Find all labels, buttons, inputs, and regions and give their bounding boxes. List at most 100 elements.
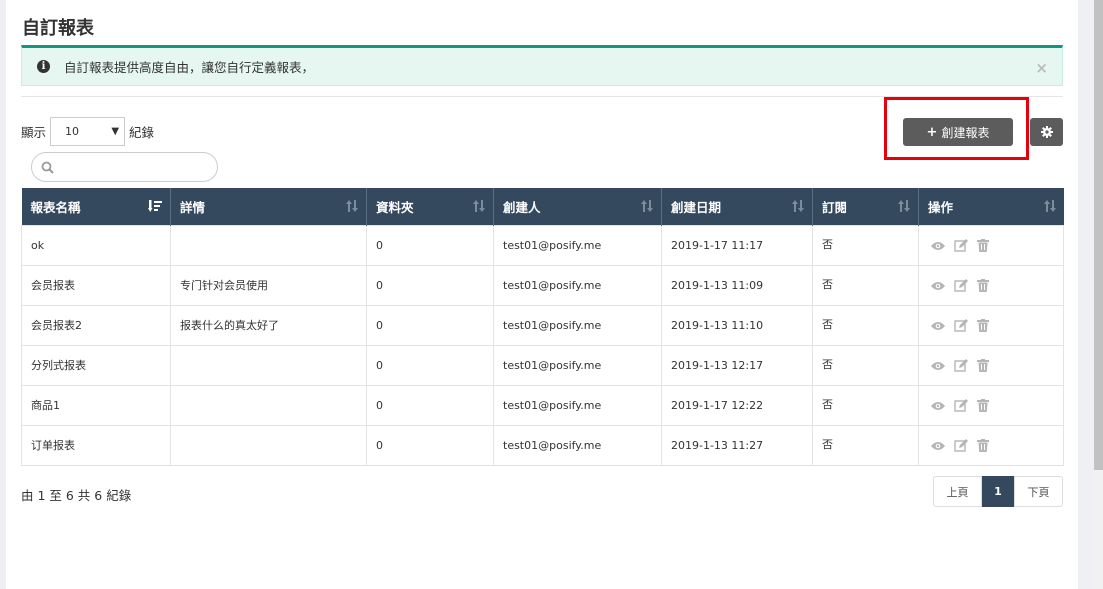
folder-cell: 0 [366,304,494,346]
folder-cell: 0 [366,264,494,306]
info-alert: i 自訂報表提供高度自由，讓您自行定義報表， × [21,45,1063,86]
column-header[interactable]: 訂閱 [812,188,919,225]
actions-cell [918,424,1064,466]
subscribed-cell: 否 [812,264,919,306]
info-icon: i [37,60,50,73]
eye-icon[interactable] [931,361,945,374]
report-detail-cell: 报表什么的真太好了 [170,304,367,346]
sort-icon [346,200,358,215]
created-date-cell: 2019-1-17 12:22 [661,384,813,426]
report-detail-cell [170,344,367,386]
prev-page-button[interactable]: 上頁 [933,476,982,507]
column-header[interactable]: 資料夾 [366,188,494,225]
search-input[interactable] [31,152,218,182]
table-row: 分列式报表 0 test01@posify.me 2019-1-13 12:17 否 [21,344,1064,386]
sort-active-icon [148,200,162,215]
subscribed-cell: 否 [812,384,919,426]
edit-icon[interactable] [954,399,968,415]
search-icon [41,161,54,174]
trash-icon[interactable] [977,359,989,375]
column-header[interactable]: 報表名稱 [21,188,171,225]
page-length-select[interactable]: 10 ▼ [50,117,126,146]
close-icon[interactable]: × [1035,59,1048,77]
folder-cell: 0 [366,424,494,466]
table-row: ok 0 test01@posify.me 2019-1-17 11:17 否 [21,224,1064,266]
eye-icon[interactable] [931,321,945,334]
report-name-cell: 分列式报表 [21,344,171,386]
report-detail-cell [170,224,367,266]
created-date-cell: 2019-1-13 11:10 [661,304,813,346]
scrollbar[interactable] [1094,0,1103,589]
sort-icon [792,200,804,215]
table-header-row: 報表名稱 詳情 資料夾 創建人 創建日期 訂閱 操作 [21,188,1064,225]
actions-cell [918,384,1064,426]
actions-cell [918,304,1064,346]
report-name-cell: 会员报表 [21,264,171,306]
caret-down-icon: ▼ [111,126,120,137]
trash-icon[interactable] [977,439,989,455]
table-row: 订单报表 0 test01@posify.me 2019-1-13 11:27 否 [21,424,1064,466]
column-header[interactable]: 創建日期 [661,188,813,225]
eye-icon[interactable] [931,401,945,414]
eye-icon[interactable] [931,241,945,254]
page-length-value: 10 [65,125,80,138]
trash-icon[interactable] [977,399,989,415]
column-header[interactable]: 操作 [918,188,1064,225]
next-page-button[interactable]: 下頁 [1014,476,1063,507]
created-date-cell: 2019-1-13 12:17 [661,344,813,386]
table-row: 会员报表2 报表什么的真太好了 0 test01@posify.me 2019-1-13… [21,304,1064,346]
trash-icon[interactable] [977,239,989,255]
subscribed-cell: 否 [812,424,919,466]
table-info: 由 1 至 6 共 6 紀錄 [21,488,132,503]
length-suffix: 紀錄 [129,125,155,140]
report-name-cell: 会员报表2 [21,304,171,346]
actions-cell [918,264,1064,306]
edit-icon[interactable] [954,239,968,255]
creator-cell: test01@posify.me [493,424,662,466]
table-row: 会员报表 专门针对会员使用 0 test01@posify.me 2019-1-13 1… [21,264,1064,306]
edit-icon[interactable] [954,279,968,295]
page-1-button[interactable]: 1 [982,476,1014,507]
actions-cell [918,344,1064,386]
table-row: 商品1 0 test01@posify.me 2019-1-17 12:22 否 [21,384,1064,426]
actions-cell [918,224,1064,266]
subscribed-cell: 否 [812,224,919,266]
edit-icon[interactable] [954,439,968,455]
length-prefix: 顯示 [21,125,47,140]
alert-text: 自訂報表提供高度自由，讓您自行定義報表， [64,60,315,75]
report-name-cell: ok [21,224,171,266]
sort-icon [473,200,485,215]
eye-icon[interactable] [931,441,945,454]
report-name-cell: 订单报表 [21,424,171,466]
settings-button[interactable] [1030,118,1063,146]
column-header[interactable]: 詳情 [170,188,367,225]
report-name-cell: 商品1 [21,384,171,426]
eye-icon[interactable] [931,281,945,294]
column-header[interactable]: 創建人 [493,188,662,225]
edit-icon[interactable] [954,359,968,375]
edit-icon[interactable] [954,319,968,335]
report-detail-cell: 专门针对会员使用 [170,264,367,306]
created-date-cell: 2019-1-13 11:09 [661,264,813,306]
creator-cell: test01@posify.me [493,264,662,306]
main-panel: 自訂報表 i 自訂報表提供高度自由，讓您自行定義報表， × 顯示 10 ▼ 紀錄… [6,0,1078,589]
sort-icon [641,200,653,215]
report-detail-cell [170,424,367,466]
page-length-control: 顯示 10 ▼ 紀錄 [21,117,154,146]
folder-cell: 0 [366,384,494,426]
report-detail-cell [170,384,367,426]
created-date-cell: 2019-1-17 11:17 [661,224,813,266]
creator-cell: test01@posify.me [493,224,662,266]
sort-icon [898,200,910,215]
creator-cell: test01@posify.me [493,344,662,386]
trash-icon[interactable] [977,279,989,295]
trash-icon[interactable] [977,319,989,335]
folder-cell: 0 [366,344,494,386]
scrollbar-thumb[interactable] [1094,0,1103,470]
creator-cell: test01@posify.me [493,304,662,346]
page-title: 自訂報表 [22,18,94,39]
sort-icon [1043,200,1056,215]
creator-cell: test01@posify.me [493,384,662,426]
created-date-cell: 2019-1-13 11:27 [661,424,813,466]
folder-cell: 0 [366,224,494,266]
